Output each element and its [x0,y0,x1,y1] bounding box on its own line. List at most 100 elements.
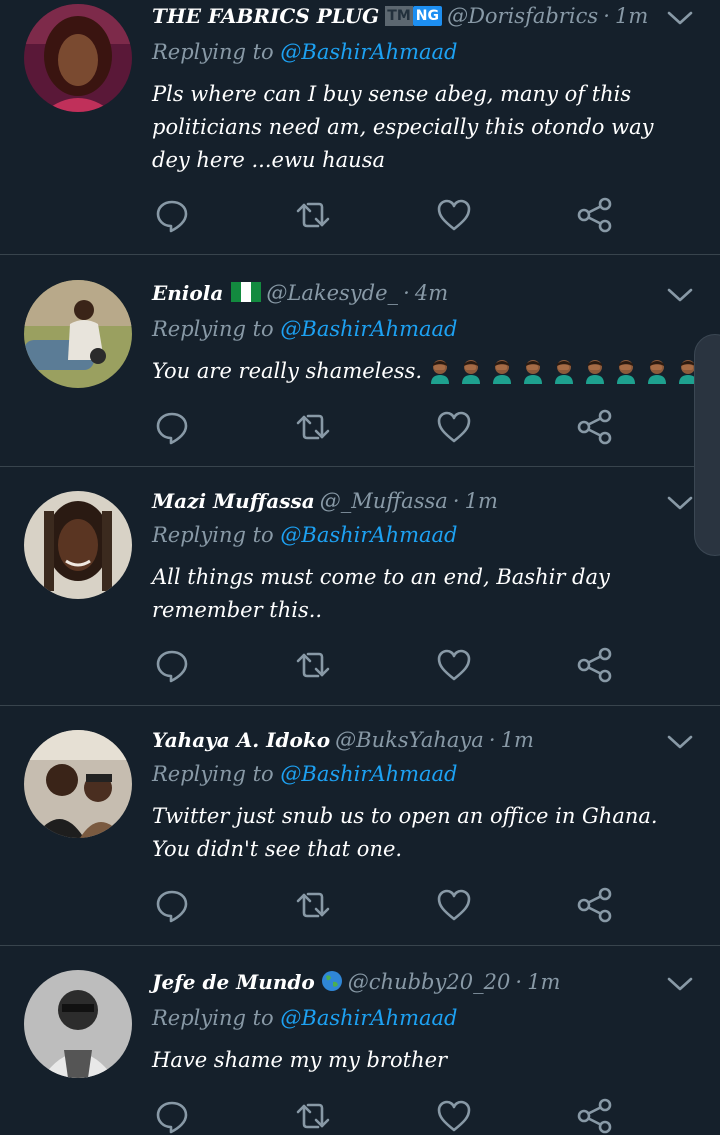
share-button[interactable] [575,645,615,685]
man-facepalming-icon [489,358,515,384]
tweet-actions [150,885,620,925]
man-facepalming-icon [458,358,484,384]
tweet-header: Mazi Muffassa @_Muffassa · 1m [152,489,498,513]
like-button[interactable] [434,645,474,685]
chevron-down-icon[interactable] [666,732,694,752]
display-name[interactable]: Jefe de Mundo [152,970,315,994]
tweet-actions [150,1096,620,1135]
separator-dot: · [603,4,610,28]
ng-badge: NG [412,6,442,26]
tweet-text: Have shame my my brother [152,1048,448,1072]
reply-button[interactable] [152,645,192,685]
timestamp[interactable]: 4m [415,281,448,305]
like-button[interactable] [434,407,474,447]
share-button[interactable] [575,1096,615,1135]
chevron-down-icon[interactable] [666,974,694,994]
timestamp[interactable]: 1m [501,728,534,752]
tweet-feed: THE FABRICS PLUG TM NG @Dorisfabrics · 1m … [0,0,720,1135]
chevron-down-icon[interactable] [666,285,694,305]
timestamp[interactable]: 1m [465,489,498,513]
replying-to-label: Replying to [152,40,274,64]
like-button[interactable] [434,195,474,235]
man-facepalming-icon [644,358,670,384]
tweet-header: Jefe de Mundo @chubby20_20 · 1m [152,970,560,994]
man-facepalming-icon [613,358,639,384]
tweet-item[interactable]: THE FABRICS PLUG TM NG @Dorisfabrics · 1m … [0,0,720,255]
tweet-header: THE FABRICS PLUG TM NG @Dorisfabrics · 1m [152,4,648,28]
retweet-icon [293,407,333,447]
mention-link[interactable]: @BashirAhmaad [280,762,457,786]
avatar[interactable] [24,491,132,599]
user-handle[interactable]: @Dorisfabrics [447,4,598,28]
emoji-row [422,359,701,383]
like-icon [434,407,474,447]
scrollbar-handle[interactable] [694,334,720,556]
tweet-actions [150,645,620,685]
replying-to-label: Replying to [152,1006,274,1030]
replying-to: Replying to @BashirAhmaad [152,317,458,341]
replying-to: Replying to @BashirAhmaad [152,40,458,64]
retweet-icon [293,1096,333,1135]
globe-icon [321,971,342,991]
avatar[interactable] [24,730,132,838]
separator-dot: · [452,489,460,513]
retweet-button[interactable] [293,1096,333,1135]
retweet-button[interactable] [293,885,333,925]
user-handle[interactable]: @BuksYahaya [335,728,484,752]
separator-dot: · [403,281,410,305]
retweet-button[interactable] [293,407,333,447]
replying-to-label: Replying to [152,317,274,341]
avatar[interactable] [24,280,132,388]
user-handle[interactable]: @chubby20_20 [348,970,511,994]
tweet-text-content: You are really shameless. [152,359,423,383]
share-button[interactable] [575,195,615,235]
like-button[interactable] [434,1096,474,1135]
like-icon [434,885,474,925]
man-facepalming-icon [427,358,453,384]
like-icon [434,195,474,235]
avatar[interactable] [24,970,132,1078]
tweet-header: Yahaya A. Idoko @BuksYahaya · 1m [152,728,534,752]
timestamp[interactable]: 1m [615,4,648,28]
man-facepalming-icon [551,358,577,384]
replying-to-label: Replying to [152,523,274,547]
avatar[interactable] [24,4,132,112]
display-name[interactable]: Mazi Muffassa [152,489,315,513]
reply-button[interactable] [152,885,192,925]
retweet-button[interactable] [293,195,333,235]
reply-button[interactable] [152,1096,192,1135]
mention-link[interactable]: @BashirAhmaad [280,523,457,547]
tweet-item[interactable]: Yahaya A. Idoko @BuksYahaya · 1m Replyin… [0,706,720,946]
timestamp[interactable]: 1m [527,970,560,994]
share-button[interactable] [575,407,615,447]
retweet-button[interactable] [293,645,333,685]
replying-to: Replying to @BashirAhmaad [152,762,458,786]
reply-button[interactable] [152,407,192,447]
chevron-down-icon[interactable] [666,493,694,513]
mention-link[interactable]: @BashirAhmaad [280,40,457,64]
like-icon [434,1096,474,1135]
share-icon [575,885,615,925]
tweet-item[interactable]: Jefe de Mundo @chubby20_20 · 1m Replying… [0,946,720,1135]
retweet-icon [293,645,333,685]
tweet-text: You are really shameless. [152,355,712,388]
chevron-down-icon[interactable] [666,8,694,28]
display-name[interactable]: Yahaya A. Idoko [152,728,330,752]
tweet-item[interactable]: Eniola @Lakesyde_ · 4m Replying to @Bash… [0,255,720,467]
display-name[interactable]: Eniola [152,281,223,305]
tweet-actions [150,195,620,235]
like-button[interactable] [434,885,474,925]
display-name[interactable]: THE FABRICS PLUG [152,4,379,28]
share-button[interactable] [575,885,615,925]
nigeria-flag-icon [231,282,262,302]
reply-button[interactable] [152,195,192,235]
man-facepalming-icon [582,358,608,384]
mention-link[interactable]: @BashirAhmaad [280,317,457,341]
user-handle[interactable]: @_Muffassa [320,489,448,513]
reply-icon [152,1096,192,1135]
mention-link[interactable]: @BashirAhmaad [280,1006,457,1030]
user-handle[interactable]: @Lakesyde_ [266,281,398,305]
tm-badge: TM [385,6,413,26]
tweet-actions [150,407,620,447]
tweet-item[interactable]: Mazi Muffassa @_Muffassa · 1m Replying t… [0,467,720,706]
